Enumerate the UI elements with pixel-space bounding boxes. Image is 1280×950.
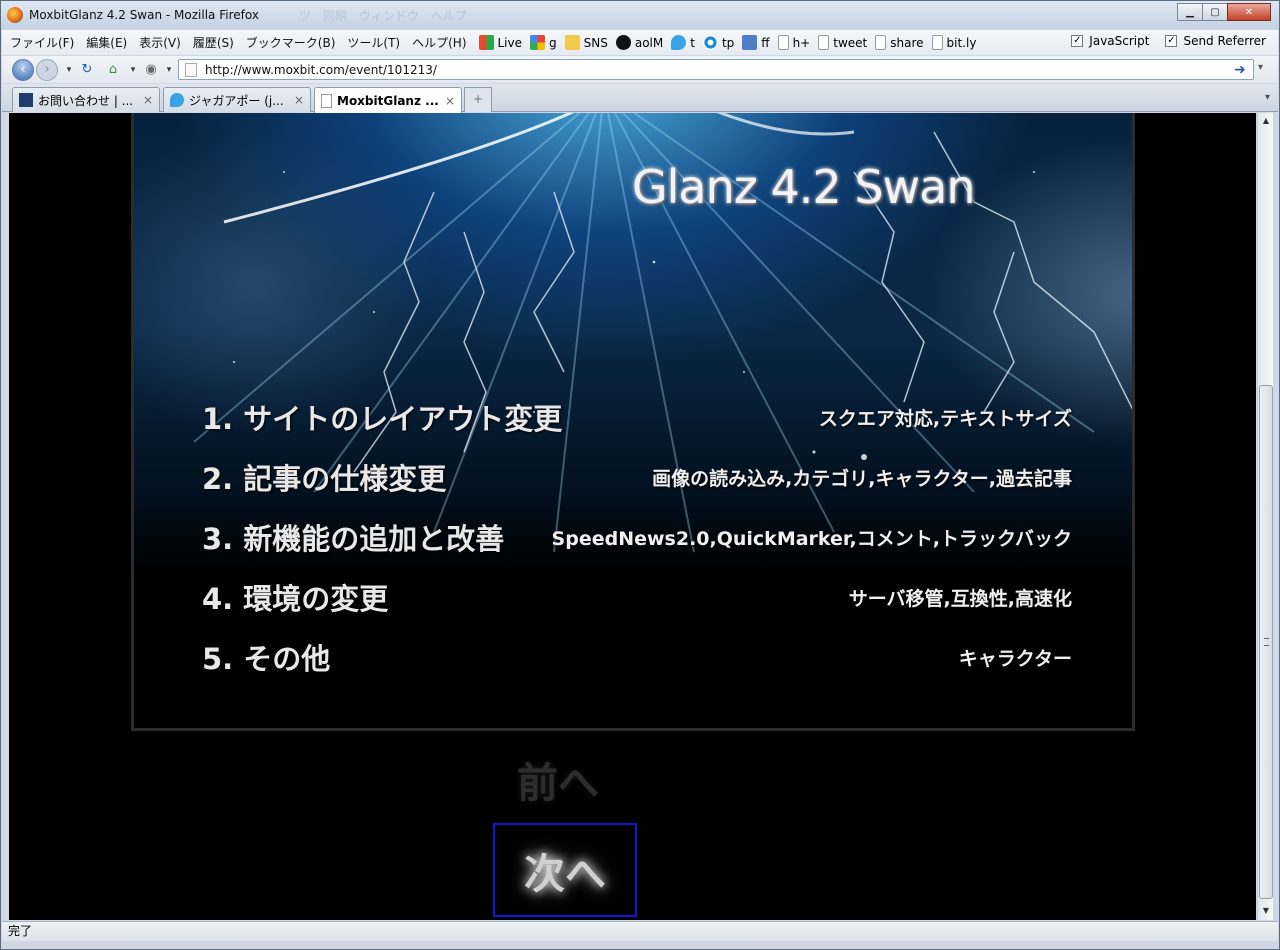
tab-contact[interactable]: お問い合わせ | ... × <box>12 87 160 112</box>
page-icon <box>931 35 943 50</box>
update-item-description: 画像の読み込み,カテゴリ,キャラクター,過去記事 <box>652 468 1072 490</box>
aol-icon <box>615 35 631 50</box>
update-item-description: スクエア対応,テキストサイズ <box>818 408 1072 430</box>
bookmark-share[interactable]: share <box>875 35 924 50</box>
windows-icon <box>478 35 494 50</box>
next-button[interactable]: 次へ <box>493 823 637 917</box>
bookmark-ff[interactable]: ff <box>742 35 770 50</box>
bookmark-hplus[interactable]: h+ <box>777 35 810 50</box>
address-bar[interactable] <box>178 59 1254 80</box>
target-icon <box>702 35 718 50</box>
tab-jagaapo[interactable]: ジャガアポー (j... × <box>163 87 311 112</box>
ghost-menu-text: ツ 同期 ウィンドウ ヘルプ <box>298 8 467 23</box>
twitter-bird-icon <box>170 93 184 107</box>
bookmark-bitly[interactable]: bit.ly <box>931 35 976 50</box>
hero-title: Glanz 4.2 Swan <box>632 160 975 214</box>
tab-close-icon[interactable]: × <box>288 93 304 107</box>
back-arrow-icon[interactable]: ‹ <box>12 59 34 81</box>
page-content: Glanz 4.2 Swan 1. サイトのレイアウト変更 スクエア対応,テキス… <box>9 113 1256 920</box>
forward-arrow-icon[interactable]: › <box>36 59 58 81</box>
vertical-scrollbar[interactable]: ▲ ▼ <box>1257 113 1273 920</box>
menu-view[interactable]: 表示(V) <box>139 34 181 51</box>
page-icon <box>875 35 887 50</box>
maximize-button[interactable]: ▢ <box>1202 3 1228 21</box>
window-title: MoxbitGlanz 4.2 Swan - Mozilla Firefox <box>29 8 259 22</box>
menu-tools[interactable]: ツール(T) <box>347 34 400 51</box>
tab-list-dropdown-icon[interactable]: ▾ <box>1265 92 1270 103</box>
twitter-bird-icon <box>671 35 687 50</box>
history-dropdown-icon[interactable]: ▾ <box>60 61 78 79</box>
menu-edit[interactable]: 編集(E) <box>86 34 127 51</box>
navigation-toolbar: ‹ › ▾ ↻ ⌂ ▾ ◉ ▾ ➜ ▾ <box>2 56 1278 83</box>
bookmark-t[interactable]: t <box>671 35 695 50</box>
menu-bar: ファイル(F) 編集(E) 表示(V) 履歴(S) ブックマーク(B) ツール(… <box>2 30 1278 55</box>
reload-icon[interactable]: ↻ <box>78 61 96 79</box>
browser-window: MoxbitGlanz 4.2 Swan - Mozilla Firefox ツ… <box>0 0 1280 950</box>
grip-icon <box>1264 638 1269 646</box>
url-input[interactable] <box>205 62 1105 77</box>
scroll-up-arrow-icon[interactable]: ▲ <box>1260 115 1272 127</box>
moxbit-favicon-icon <box>19 93 33 107</box>
status-bar: 完了 <box>2 921 1278 941</box>
title-bar: MoxbitGlanz 4.2 Swan - Mozilla Firefox ツ… <box>1 1 1279 29</box>
bookmark-tweet[interactable]: tweet <box>818 35 867 50</box>
scroll-down-arrow-icon[interactable]: ▼ <box>1260 905 1272 917</box>
tab-close-icon[interactable]: × <box>137 93 153 107</box>
prev-button[interactable]: 前へ <box>517 749 599 809</box>
minimize-button[interactable]: ▁ <box>1177 3 1203 21</box>
checkbox-checked-icon: ✓ <box>1071 35 1084 47</box>
tab-bar: お問い合わせ | ... × ジャガアポー (j... × MoxbitGlan… <box>2 84 1278 113</box>
update-item-description: キャラクター <box>958 648 1072 670</box>
menu-file[interactable]: ファイル(F) <box>10 34 74 51</box>
page-icon <box>777 35 789 50</box>
folder-icon <box>564 35 580 50</box>
firefox-icon <box>7 7 23 23</box>
menu-help[interactable]: ヘルプ(H) <box>412 34 466 51</box>
bookmark-aolm[interactable]: aolM <box>615 35 663 50</box>
status-text: 完了 <box>8 924 33 938</box>
new-tab-plus-icon[interactable]: + <box>464 87 492 112</box>
tab-close-icon[interactable]: × <box>439 94 455 108</box>
google-icon <box>530 35 546 50</box>
url-dropdown-icon[interactable]: ▾ <box>1258 62 1263 73</box>
bookmark-g[interactable]: g <box>530 35 557 50</box>
globe-icon[interactable]: ◉ <box>142 61 160 79</box>
tab-moxbitglanz[interactable]: MoxbitGlanz ... × <box>314 87 462 113</box>
bookmark-tp[interactable]: tp <box>702 35 734 50</box>
friendfeed-icon <box>742 35 758 50</box>
update-item-heading: 2. 記事の仕様変更 <box>202 462 447 496</box>
close-button[interactable]: ✕ <box>1227 3 1271 21</box>
javascript-toggle[interactable]: ✓ JavaScript <box>1071 34 1149 48</box>
menu-history[interactable]: 履歴(S) <box>193 34 234 51</box>
checkbox-checked-icon: ✓ <box>1165 35 1178 47</box>
update-item-heading: 4. 環境の変更 <box>202 582 389 616</box>
hero-banner: Glanz 4.2 Swan 1. サイトのレイアウト変更 スクエア対応,テキス… <box>131 113 1135 731</box>
update-item-heading: 5. その他 <box>202 642 331 676</box>
home-icon[interactable]: ⌂ <box>104 61 122 79</box>
bookmark-live[interactable]: Live <box>478 35 522 50</box>
menu-bookmarks[interactable]: ブックマーク(B) <box>246 34 336 51</box>
page-icon <box>185 62 197 77</box>
update-item-description: SpeedNews2.0,QuickMarker,コメント,トラックバック <box>551 528 1072 550</box>
update-item-description: サーバ移管,互換性,高速化 <box>848 588 1072 610</box>
update-item-heading: 1. サイトのレイアウト変更 <box>202 402 563 436</box>
page-icon <box>321 93 332 108</box>
scrollbar-thumb[interactable] <box>1259 385 1273 899</box>
go-arrow-icon[interactable]: ➜ <box>1234 62 1246 78</box>
update-item-heading: 3. 新機能の追加と改善 <box>202 522 505 556</box>
bookmark-sns[interactable]: SNS <box>564 35 608 50</box>
home-dropdown-icon[interactable]: ▾ <box>124 61 142 79</box>
page-icon <box>818 35 830 50</box>
globe-dropdown-icon[interactable]: ▾ <box>160 61 178 79</box>
send-referrer-toggle[interactable]: ✓ Send Referrer <box>1165 34 1266 48</box>
